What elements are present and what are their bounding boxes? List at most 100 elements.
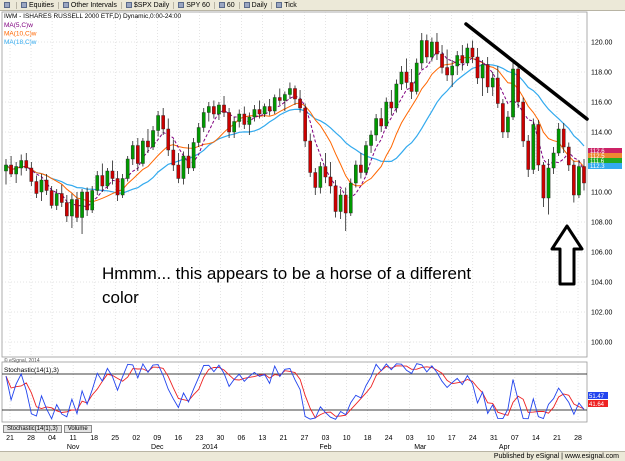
x-tick-label: 14 xyxy=(532,435,540,442)
candle-body xyxy=(318,166,323,188)
month-label: Feb xyxy=(320,444,332,451)
candle-body xyxy=(115,178,120,196)
y-tick-label: 114.00 xyxy=(591,130,612,137)
candle-body xyxy=(110,170,115,179)
candle-body xyxy=(303,107,307,142)
candle-body xyxy=(566,146,571,166)
x-tick-label: 18 xyxy=(90,435,98,442)
candle-body xyxy=(24,160,29,169)
x-tick-label: 06 xyxy=(238,435,246,442)
candle xyxy=(394,79,399,113)
candle-body xyxy=(496,77,500,104)
candle-body xyxy=(207,106,211,113)
candle-body xyxy=(541,164,546,199)
candle-body xyxy=(354,164,358,184)
candle xyxy=(414,58,419,95)
candle-body xyxy=(414,62,419,92)
x-tick-label: 10 xyxy=(343,435,351,442)
candle-body xyxy=(485,64,490,88)
candle-body xyxy=(70,199,74,217)
candle-body xyxy=(323,166,328,178)
candle-body xyxy=(445,67,449,76)
candle xyxy=(536,120,541,171)
candle-body xyxy=(409,82,414,92)
candle-body xyxy=(257,109,262,115)
x-tick-label: 31 xyxy=(490,435,498,442)
candle-body xyxy=(9,164,13,175)
candle-body xyxy=(450,65,454,76)
x-tick-label: 07 xyxy=(511,435,519,442)
candle xyxy=(191,138,196,171)
candle-body xyxy=(95,175,100,191)
candle-body xyxy=(262,106,267,115)
candle-body xyxy=(475,56,480,79)
x-tick-label: 27 xyxy=(301,435,309,442)
candle-body xyxy=(298,98,302,109)
y-tick-label: 106.00 xyxy=(591,250,613,257)
candle-body xyxy=(343,194,348,214)
month-label: Mar xyxy=(414,444,427,451)
candle xyxy=(511,63,515,120)
candle-body xyxy=(4,164,8,172)
month-label: Dec xyxy=(151,444,164,451)
annotation-line-2: color xyxy=(102,288,139,307)
candle-body xyxy=(171,149,176,166)
candle-body xyxy=(59,193,64,203)
candle-body xyxy=(384,101,389,127)
candle-body xyxy=(44,179,49,191)
candle-body xyxy=(455,55,460,67)
pane-tab-0[interactable]: Stochastic(14(1),3) xyxy=(3,425,62,433)
candle-body xyxy=(196,127,201,143)
candle-body xyxy=(480,64,485,79)
candle-body xyxy=(425,40,429,58)
candle-body xyxy=(399,71,404,85)
candle-body xyxy=(181,155,186,179)
candle-body xyxy=(582,166,586,184)
price-label: 112.3 xyxy=(590,164,605,170)
candle-body xyxy=(338,194,343,212)
y-tick-label: 120.00 xyxy=(591,40,613,47)
stoch-label: 41.64 xyxy=(589,402,605,408)
candle-body xyxy=(191,142,196,169)
candle-body xyxy=(531,124,536,170)
month-label: Apr xyxy=(499,444,511,451)
candle xyxy=(521,97,525,147)
candle-body xyxy=(404,71,409,83)
x-tick-label: 16 xyxy=(174,435,182,442)
x-tick-label: 13 xyxy=(259,435,267,442)
y-tick-label: 108.00 xyxy=(591,220,613,227)
x-tick-label: 04 xyxy=(48,435,56,442)
month-label: Nov xyxy=(67,444,80,451)
stochastic-label: Stochastic(14(1),3) xyxy=(4,367,59,374)
candle-body xyxy=(313,172,318,188)
candle-body xyxy=(374,118,378,136)
candle-body xyxy=(435,41,439,55)
candle-body xyxy=(49,190,54,206)
candle-body xyxy=(511,68,515,118)
candle-body xyxy=(141,140,145,164)
candle-body xyxy=(419,40,424,64)
annotation-line-1: Hmmm... this appears to be a horse of a … xyxy=(102,264,471,283)
x-tick-label: 24 xyxy=(469,435,477,442)
candle-body xyxy=(75,199,79,218)
candle-body xyxy=(272,97,277,112)
candle xyxy=(125,156,130,182)
x-tick-label: 24 xyxy=(385,435,393,442)
ma-legend-0: MA(5,C)w xyxy=(4,22,33,29)
candle-body xyxy=(521,101,525,142)
candle-body xyxy=(100,175,105,187)
candle-body xyxy=(460,55,465,64)
candle-body xyxy=(277,97,282,101)
candle-body xyxy=(577,166,581,196)
candle-body xyxy=(430,41,434,58)
copyright-text: © eSignal, 2014 xyxy=(4,357,40,364)
candle-body xyxy=(227,112,231,133)
month-label: 2014 xyxy=(202,444,218,451)
stoch-label: 51.47 xyxy=(589,394,605,400)
candle-body xyxy=(440,53,444,68)
candle-body xyxy=(394,83,399,109)
candle-body xyxy=(516,68,520,103)
pane-tab-1[interactable]: Volume xyxy=(63,425,92,433)
candle-body xyxy=(80,191,84,218)
footer: Published by eSignal | www.esignal.com xyxy=(0,451,625,461)
